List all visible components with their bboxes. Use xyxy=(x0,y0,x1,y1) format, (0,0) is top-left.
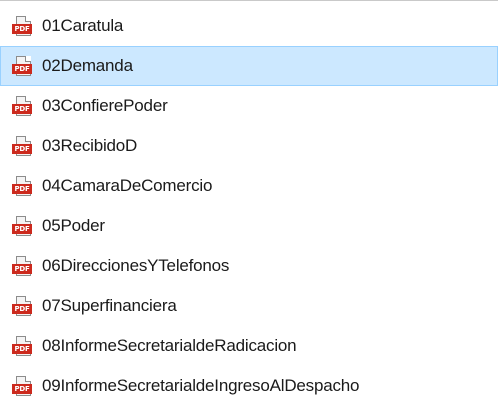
pdf-badge: PDF xyxy=(12,104,32,114)
pdf-badge: PDF xyxy=(12,344,32,354)
file-list-item[interactable]: PDF 08InformeSecretarialdeRadicacion xyxy=(0,326,498,366)
pdf-file-icon: PDF xyxy=(12,136,32,156)
file-list-item[interactable]: PDF 03ConfierePoder xyxy=(0,86,498,126)
file-name-label: 07Superfinanciera xyxy=(42,296,177,315)
pdf-badge: PDF xyxy=(12,384,32,394)
file-name-label: 02Demanda xyxy=(42,56,133,75)
file-explorer-pane: PDF 01Caratula PDF 02Demanda PDF 03ConfierePo… xyxy=(0,0,498,420)
pdf-file-icon: PDF xyxy=(12,296,32,316)
file-name-label: 06DireccionesYTelefonos xyxy=(42,256,230,275)
pdf-badge: PDF xyxy=(12,184,32,194)
file-list: PDF 01Caratula PDF 02Demanda PDF 03ConfierePo… xyxy=(0,6,498,406)
pdf-file-icon: PDF xyxy=(12,376,32,396)
file-name-label: 09InformeSecretarialdeIngresoAlDespacho xyxy=(42,376,360,395)
pdf-badge: PDF xyxy=(12,144,32,154)
file-list-item[interactable]: PDF 09InformeSecretarialdeIngresoAlDespac… xyxy=(0,366,498,406)
pdf-badge: PDF xyxy=(12,224,32,234)
file-list-item[interactable]: PDF 04CamaraDeComercio xyxy=(0,166,498,206)
file-list-item[interactable]: PDF 01Caratula xyxy=(0,6,498,46)
pdf-file-icon: PDF xyxy=(12,216,32,236)
file-list-item[interactable]: PDF 07Superfinanciera xyxy=(0,286,498,326)
pdf-file-icon: PDF xyxy=(12,16,32,36)
pdf-file-icon: PDF xyxy=(12,256,32,276)
pdf-badge: PDF xyxy=(12,264,32,274)
file-list-item[interactable]: PDF 02Demanda xyxy=(0,46,498,86)
pdf-file-icon: PDF xyxy=(12,176,32,196)
file-name-label: 01Caratula xyxy=(42,16,124,35)
file-list-item[interactable]: PDF 06DireccionesYTelefonos xyxy=(0,246,498,286)
pdf-file-icon: PDF xyxy=(12,56,32,76)
file-name-label: 03ConfierePoder xyxy=(42,96,168,115)
file-name-label: 05Poder xyxy=(42,216,105,235)
file-name-label: 04CamaraDeComercio xyxy=(42,176,213,195)
pdf-file-icon: PDF xyxy=(12,96,32,116)
pdf-file-icon: PDF xyxy=(12,336,32,356)
file-name-label: 03RecibidoD xyxy=(42,136,138,155)
file-name-label: 08InformeSecretarialdeRadicacion xyxy=(42,336,297,355)
file-list-item[interactable]: PDF 05Poder xyxy=(0,206,498,246)
pdf-badge: PDF xyxy=(12,24,32,34)
pdf-badge: PDF xyxy=(12,304,32,314)
pdf-badge: PDF xyxy=(12,64,32,74)
file-list-item[interactable]: PDF 03RecibidoD xyxy=(0,126,498,166)
